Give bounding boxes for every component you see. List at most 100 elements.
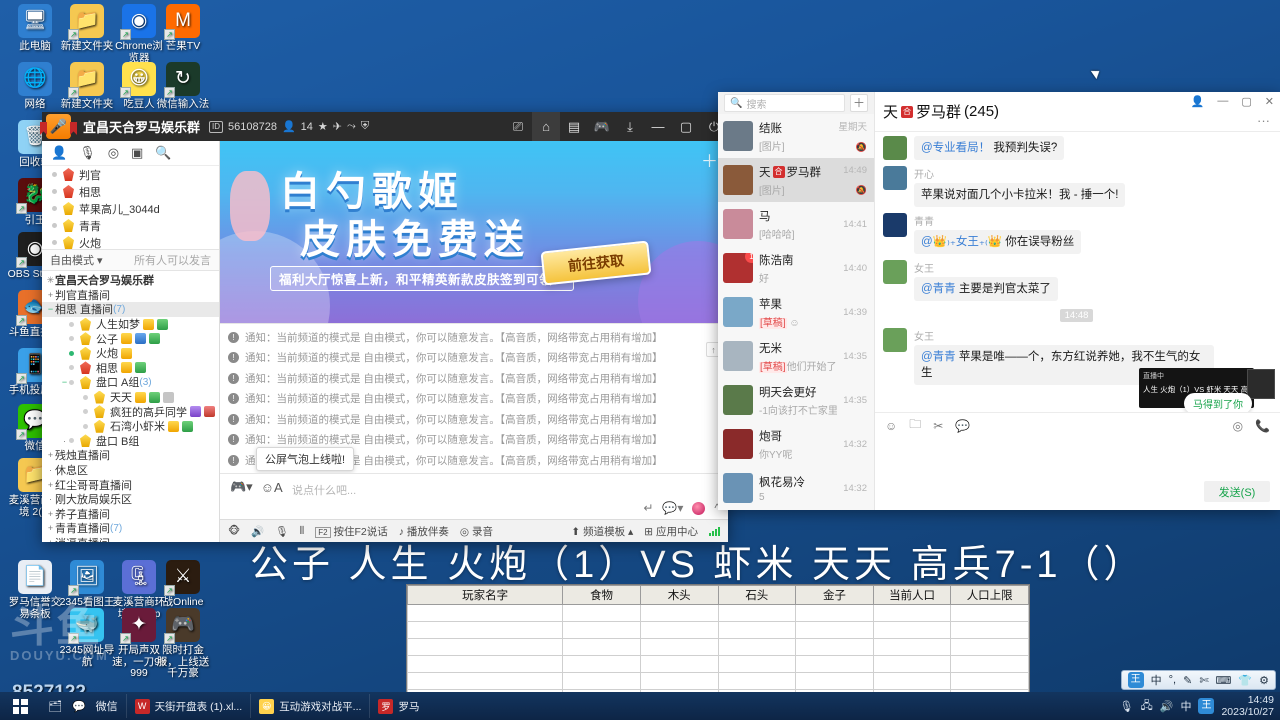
volume-icon[interactable]: 🔊 [1160,700,1174,713]
table-cell[interactable] [639,604,719,622]
person-add-icon[interactable]: 👤 [1191,95,1205,108]
desktop-icon[interactable]: 🎮 ↗ 限时打金服，上线送千万豪 [154,608,212,680]
minimize-icon[interactable]: — [1217,95,1228,108]
shield-icon[interactable]: ⛨ [361,120,369,133]
screen-record-icon[interactable]: ⎚ [504,119,532,135]
banner-cta-button[interactable]: 前往获取 [540,240,652,286]
template-button[interactable]: ⬆ 频道模板 ▴ [571,524,633,539]
mention[interactable]: @青青 [921,351,956,363]
channel-tree-item[interactable]: 公子 [42,331,219,346]
f2-ptt-button[interactable]: F2 按住F2说话 [315,524,388,539]
tree-toggle-icon[interactable]: · [46,465,55,475]
channel-tree-item[interactable]: + 青青直播间 (7) [42,521,219,536]
keyboard-icon[interactable]: ⌨ [1216,674,1232,687]
table-cell[interactable] [950,672,1029,690]
table-cell[interactable] [639,621,719,639]
table-cell[interactable] [950,621,1029,639]
table-cell[interactable] [717,672,797,690]
conversation-item[interactable]: 无米 [草稿]他们开始了 14:35 [718,334,874,378]
table-cell[interactable] [562,638,641,656]
channel-tree-item[interactable]: 天天 [42,390,219,405]
mic-off-icon[interactable]: 🎙 [79,145,96,161]
avatar[interactable] [883,166,907,190]
wechat-icon[interactable]: 💬 [72,700,86,713]
call-icon[interactable]: 📞 [1255,419,1270,433]
desktop-icon[interactable]: M ↗ 芒果TV [154,4,212,53]
desktop-icon[interactable]: 🌐 网络 [6,62,64,111]
conversation-item[interactable]: 天合罗马群 [图片] 14:49 🔕 [718,158,874,202]
channel-tree-item[interactable]: + 红尘哥哥直播间 [42,477,219,492]
channel-tree-item[interactable]: 相思 [42,361,219,376]
message-icon[interactable]: 💬 [955,419,970,433]
banner-close-icon[interactable]: ＋ [701,147,718,172]
yy-input-area[interactable]: 🎮▾ ☺A 说点什么吧... ↵ 💬▾ ^ [220,473,728,519]
star-icon[interactable]: ★ [318,120,328,133]
yy-bottom-toolbar[interactable]: 🐵 🔊 🎙 ⦀ F2 按住F2说话 ♪ 播放伴奏 ◎ 录音 ⬆ 频道模板 ▴ ⊞… [220,519,728,542]
home-icon[interactable]: ⌂ [532,112,560,141]
conversation-item[interactable]: 明天会更好 -1向该打不亡家里鼠标键盘... 14:35 [718,378,874,422]
channel-tree-item[interactable]: 疯狂的高乒同学 [42,404,219,419]
mention[interactable]: @👑₎₊女王₊₍👑 [921,236,1002,248]
table-cell[interactable] [950,655,1029,673]
table-cell[interactable] [872,604,952,622]
member-row[interactable]: 相思 [42,183,219,200]
channel-tree-item[interactable]: · 休息区 [42,463,219,478]
qq-conversation-list[interactable]: 结账 [图片] 星期天 🔕 天合罗马群 [图片] 14:49 🔕 马 [哈哈哈] 14:41 1 陈浩南… [718,114,874,510]
network-icon[interactable]: 🖧 [1140,697,1152,716]
channel-tree-item[interactable]: + 判官直播间 [42,288,219,303]
qq-window-controls[interactable]: 👤 — ▢ ✕ [1191,95,1274,108]
card-icon[interactable]: ▣ [131,145,143,161]
avatar[interactable] [883,260,907,284]
table-cell[interactable] [562,604,641,622]
table-row[interactable] [406,638,1029,656]
conversation-item[interactable]: 枫花易冷 5 14:32 [718,466,874,510]
yy-input-actions[interactable]: ↵ 💬▾ ^ [643,501,720,515]
taskbar[interactable]: 🗂 💬 微信 W 天街开盘表 (1).xl... 😀 互动游戏对战平... 罗罗马 🎙 … [0,692,1280,720]
qq-chat-window[interactable]: 🔍 搜索 ＋ 结账 [图片] 星期天 🔕 天合罗马群 [图片] 14:49 🔕 马 [哈哈哈] 14… [718,92,1280,510]
ime-toolbar[interactable]: 王 中 °, ✎ ✄ ⌨ 👕 ⚙ [1120,670,1276,690]
close-icon[interactable]: ✕ [1265,95,1274,108]
table-cell[interactable] [562,672,641,690]
tree-toggle-icon[interactable]: + [46,538,55,542]
desktop-icon[interactable]: 🐳 ↗ 2345网址导航 [58,608,116,668]
channel-tree-item[interactable]: + 残烛直播间 [42,448,219,463]
scissors-icon[interactable]: ✄ [1199,674,1208,687]
person-icon[interactable]: 👤 [51,145,67,161]
qq-input-toolbar[interactable]: ☺ 🗀 ✂ 💬 ◎ 📞 [875,412,1280,438]
ime-cn-icon[interactable]: 中 [1180,698,1191,714]
tree-toggle-icon[interactable]: + [46,523,55,533]
chat-bubble-icon[interactable]: 💬▾ [662,501,683,515]
yy-channel-tree[interactable]: ✳ 宜昌天合罗马娱乐群 + 判官直播间 − 相思 直播间 (7) 人生如梦 公子 火炮 相思 − 盘口 … [42,271,219,542]
gamepad-icon[interactable]: 🎮▾ [230,479,253,495]
table-cell[interactable] [406,621,564,639]
member-row[interactable]: 判官 [42,166,219,183]
yy-window-controls[interactable]: ⎚ ⌂ ▤ 🎮 ⤓ — ▢ ⏻ [504,112,728,141]
record-button[interactable]: ◎ 录音 [460,524,493,539]
table-cell[interactable] [406,604,564,622]
table-cell[interactable] [406,638,564,656]
table-cell[interactable] [872,621,952,639]
taskbar-app[interactable]: W 天街开盘表 (1).xl... [125,694,251,718]
folder-icon[interactable]: 🗀 [909,415,921,436]
scissors-icon[interactable]: ✂ [933,419,943,433]
yy-input-placeholder[interactable]: 说点什么吧... [292,482,356,498]
emoji-font-icon[interactable]: ☺A [261,480,283,495]
yy-voice-window[interactable]: 🎤 宜昌天合罗马娱乐群 ID 56108728 👤 14 ★ ✈ ⤳ ⛨ ⎚ ⌂… [42,112,728,542]
desktop-icon[interactable]: 🖼 ↗ 2345看图王 [58,560,116,609]
list-icon[interactable]: ▤ [560,119,588,135]
emoji-icon[interactable]: ☺ [885,419,897,433]
table-row[interactable] [406,621,1029,639]
tree-toggle-icon[interactable]: + [46,450,55,460]
mention[interactable]: @专业看局！ [921,142,990,154]
channel-tree-item[interactable]: · 刚大放局娱乐区 [42,492,219,507]
pen-icon[interactable]: ✎ [1183,674,1192,687]
qq-search-input[interactable]: 🔍 搜索 [724,94,845,112]
table-cell[interactable] [950,604,1029,622]
qq-conversation-panel[interactable]: 🔍 搜索 ＋ 结账 [图片] 星期天 🔕 天合罗马群 [图片] 14:49 🔕 马 [哈哈哈] 14… [718,92,875,510]
taskbar-app[interactable]: 😀 互动游戏对战平... [250,694,369,718]
system-tray[interactable]: 🎙 🖧 🔊 中 王 14:49 2023/10/27 [1120,692,1280,720]
gear-icon[interactable]: ⚙ [1259,674,1269,687]
table-cell[interactable] [872,638,952,656]
wang-icon[interactable]: 王 [1127,672,1144,688]
taskbar-quick-launch[interactable]: 🗂 💬 微信 [40,698,126,714]
